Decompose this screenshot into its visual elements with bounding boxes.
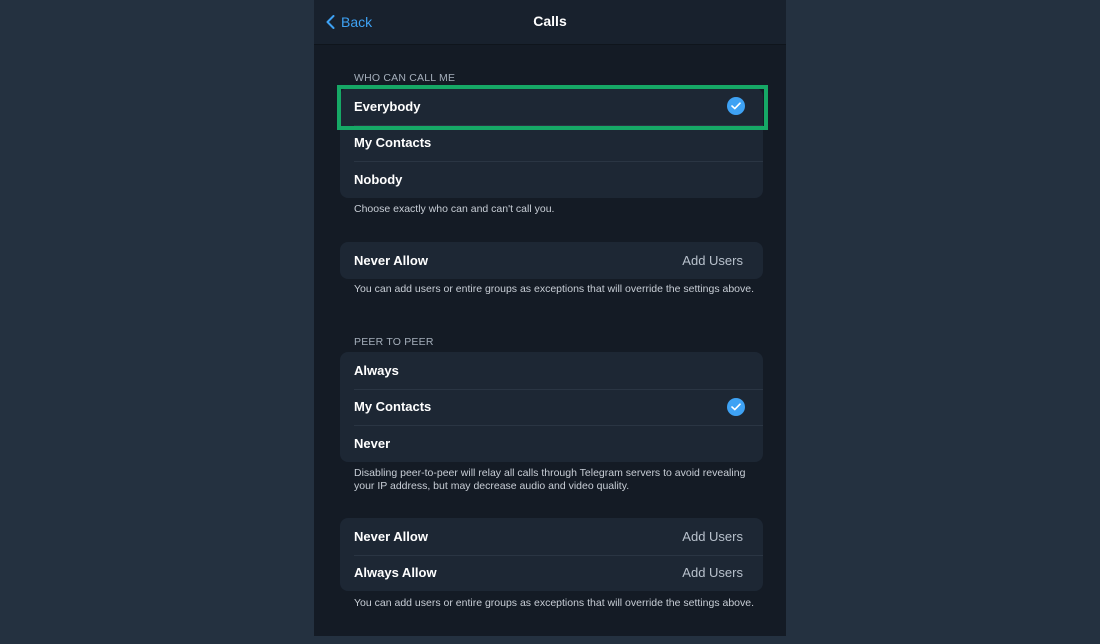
- checkmark-icon: [727, 397, 745, 416]
- row-label: Never Allow: [354, 252, 428, 268]
- row-label: Never Allow: [354, 528, 428, 544]
- option-my-contacts[interactable]: My Contacts: [340, 124, 763, 162]
- section-label-peer-to-peer: PEER TO PEER: [354, 336, 434, 348]
- option-label: My Contacts: [354, 399, 432, 415]
- option-label: My Contacts: [354, 135, 432, 151]
- add-users-button[interactable]: Add Users: [682, 529, 743, 544]
- p2p-exceptions-group: Never Allow Add Users Always Allow Add U…: [340, 518, 763, 591]
- peer-to-peer-footnote: Disabling peer-to-peer will relay all ca…: [354, 467, 746, 492]
- section-label-who-can-call: WHO CAN CALL ME: [354, 72, 456, 84]
- checkmark-icon: [727, 97, 745, 116]
- call-exceptions-group: Never Allow Add Users: [340, 242, 763, 279]
- never-allow-row[interactable]: Never Allow Add Users: [340, 518, 763, 555]
- option-my-contacts[interactable]: My Contacts: [340, 388, 763, 426]
- option-label: Nobody: [354, 171, 403, 187]
- peer-to-peer-options: Always My Contacts Never: [340, 352, 763, 462]
- option-nobody[interactable]: Nobody: [340, 161, 763, 198]
- exceptions-footnote: You can add users or entire groups as ex…: [354, 597, 755, 609]
- row-label: Always Allow: [354, 565, 437, 581]
- who-can-call-footnote: Choose exactly who can and can't call yo…: [354, 203, 555, 215]
- option-never[interactable]: Never: [340, 425, 763, 462]
- who-can-call-options: Everybody My Contacts Nobody: [340, 88, 763, 198]
- option-label: Everybody: [354, 98, 421, 114]
- option-everybody[interactable]: Everybody: [340, 88, 763, 125]
- option-label: Never: [354, 435, 391, 451]
- add-users-button[interactable]: Add Users: [682, 565, 743, 580]
- option-always[interactable]: Always: [340, 352, 763, 389]
- calls-settings-panel: Back Calls WHO CAN CALL ME Everybody My …: [314, 0, 786, 636]
- add-users-button[interactable]: Add Users: [682, 253, 743, 268]
- never-allow-row[interactable]: Never Allow Add Users: [340, 242, 763, 279]
- exceptions-footnote: You can add users or entire groups as ex…: [354, 283, 755, 295]
- page-title: Calls: [533, 13, 567, 29]
- option-label: Always: [354, 362, 399, 378]
- always-allow-row[interactable]: Always Allow Add Users: [340, 554, 763, 592]
- navigation-header: Back Calls: [314, 0, 786, 45]
